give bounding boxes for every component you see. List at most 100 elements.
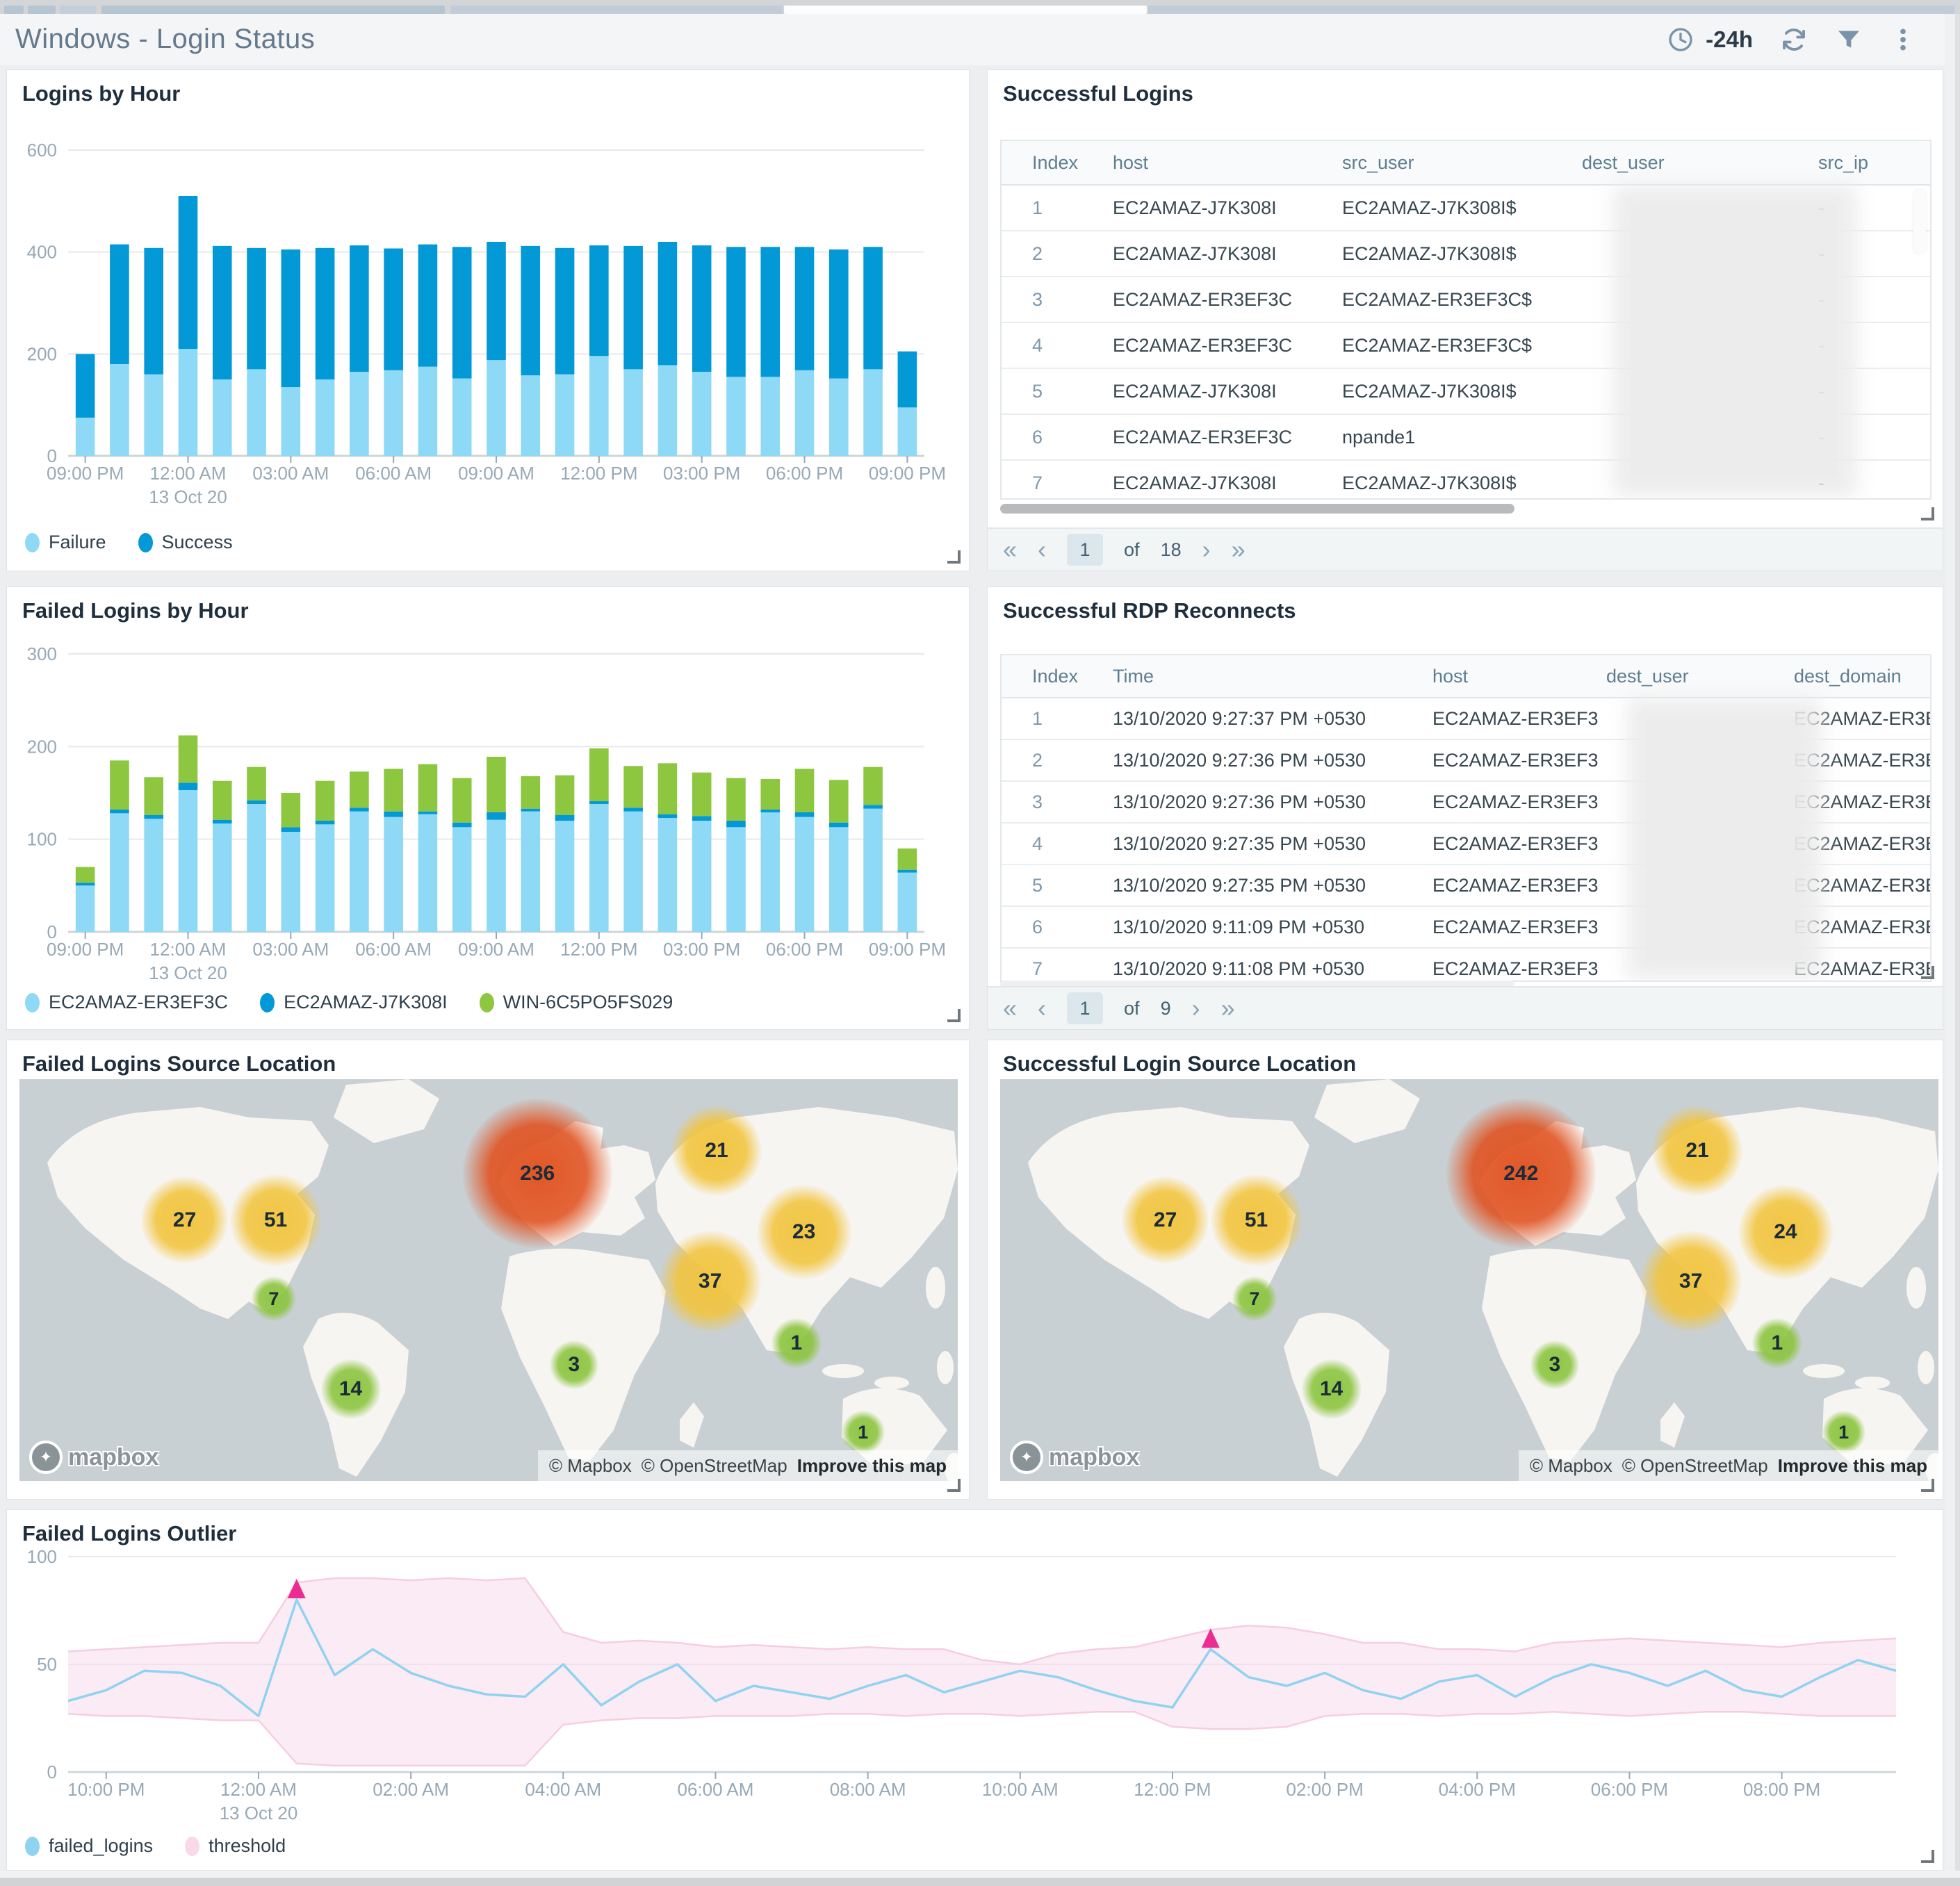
successful-logins-world-map[interactable]: 27 51 7 14 242 21 24 37 3 1 1 ✦ mapbox © Mapbox © …	[1000, 1079, 1938, 1481]
map-bubble[interactable]: 236	[462, 1099, 612, 1249]
bar-segment	[75, 354, 95, 418]
table-cell: 2	[1032, 243, 1043, 264]
bar-segment	[315, 247, 335, 379]
legend-item[interactable]: Failure	[25, 532, 106, 553]
column-header-src_user[interactable]: src_user	[1335, 152, 1575, 174]
first-page-button[interactable]: «	[1003, 537, 1017, 562]
current-page[interactable]: 1	[1067, 992, 1104, 1024]
column-header-Time[interactable]: Time	[1106, 666, 1426, 687]
map-bubble[interactable]: 242	[1446, 1099, 1596, 1249]
x-axis-tick-label: 03:00 PM	[663, 939, 740, 960]
table-horizontal-scrollbar[interactable]	[1000, 504, 1932, 514]
failed-logins-outlier-chart[interactable]: 0 50 100 10:00 PM 12:00 AM 13 Oct 20 02:00 AM 0…	[17, 1546, 1932, 1824]
map-bubble[interactable]: 21	[1652, 1105, 1743, 1196]
kebab-menu-icon[interactable]	[1889, 26, 1917, 54]
map-bubble[interactable]: 1	[1751, 1318, 1802, 1368]
prev-page-button[interactable]: ‹	[1038, 996, 1046, 1021]
filter-icon[interactable]	[1835, 26, 1863, 54]
legend-item[interactable]: threshold	[185, 1835, 286, 1857]
failed-logins-world-map[interactable]: 27 51 7 14 236 21 23 37 3 1 1 ✦ mapbox © Mapbox © …	[19, 1079, 958, 1481]
column-header-host[interactable]: host	[1426, 666, 1599, 687]
map-bubble[interactable]: 7	[251, 1277, 296, 1322]
openstreetmap-attribution-link[interactable]: © OpenStreetMap	[1622, 1455, 1768, 1477]
column-header-Index[interactable]: Index	[1002, 666, 1106, 687]
bar-segment	[418, 366, 438, 456]
column-header-Index[interactable]: Index	[1002, 152, 1106, 174]
column-header-host[interactable]: host	[1106, 152, 1335, 174]
bar-segment	[487, 360, 506, 456]
browser-scrollbar[interactable]	[1945, 14, 1960, 1886]
mapbox-attribution-link[interactable]: © Mapbox	[1530, 1455, 1612, 1477]
next-page-button[interactable]: ›	[1192, 996, 1200, 1021]
current-page[interactable]: 1	[1067, 534, 1104, 566]
first-page-button[interactable]: «	[1003, 996, 1017, 1021]
map-bubble[interactable]: 21	[671, 1105, 762, 1196]
bar-segment	[350, 245, 369, 372]
column-header-dest_user[interactable]: dest_user	[1599, 666, 1787, 687]
panel-resize-handle[interactable]	[947, 1009, 961, 1022]
logins-by-hour-chart[interactable]: 020040060009:00 PM 12:00 AM13 Oct 2003:00…	[17, 112, 956, 522]
panel-resize-handle[interactable]	[1921, 1479, 1934, 1492]
panel-resize-handle[interactable]	[1921, 1850, 1934, 1863]
map-bubble[interactable]: 3	[549, 1340, 598, 1389]
mapbox-logo[interactable]: ✦ mapbox	[29, 1441, 158, 1474]
scrollbar-thumb[interactable]	[1000, 504, 1514, 514]
panel-resize-handle[interactable]	[1921, 507, 1934, 520]
legend-item[interactable]: WIN-6C5PO5FS029	[479, 992, 673, 1013]
time-range-label[interactable]: -24h	[1706, 26, 1753, 53]
map-bubble[interactable]: 51	[1210, 1174, 1302, 1266]
table-cell: EC2AMAZ-J7K308I$	[1342, 472, 1517, 493]
table-vertical-scrollbar[interactable]	[1913, 190, 1926, 254]
bar-segment	[863, 808, 883, 932]
map-bubble[interactable]: 24	[1738, 1185, 1833, 1280]
map-bubble[interactable]: 27	[141, 1176, 229, 1264]
map-bubble[interactable]: 37	[1640, 1230, 1742, 1332]
panel-resize-handle[interactable]	[947, 1479, 961, 1492]
prev-page-button[interactable]: ‹	[1038, 537, 1046, 562]
legend-color-dot	[25, 1836, 40, 1856]
map-bubble[interactable]: 23	[756, 1185, 851, 1280]
legend-item[interactable]: EC2AMAZ-ER3EF3C	[25, 992, 228, 1013]
map-bubble[interactable]: 37	[659, 1230, 761, 1332]
x-axis-tick-label: 12:00 AM	[220, 1779, 297, 1800]
improve-map-link[interactable]: Improve this map	[1778, 1455, 1927, 1477]
refresh-icon[interactable]	[1779, 25, 1808, 54]
legend-item[interactable]: failed_logins	[25, 1835, 153, 1857]
x-axis-tick-label: 09:00 PM	[869, 463, 946, 484]
improve-map-link[interactable]: Improve this map	[797, 1455, 947, 1477]
bar-segment	[110, 244, 129, 364]
last-page-button[interactable]: »	[1232, 537, 1246, 562]
legend-item[interactable]: Success	[138, 532, 233, 553]
bar-segment	[212, 379, 232, 456]
column-header-dest_user[interactable]: dest_user	[1575, 152, 1811, 174]
map-bubble[interactable]: 1	[841, 1411, 885, 1454]
map-bubble[interactable]: 3	[1530, 1340, 1579, 1389]
map-bubble[interactable]: 27	[1122, 1176, 1209, 1264]
panel-title: Successful Logins	[1003, 81, 1193, 106]
table-cell: 2	[1032, 749, 1043, 771]
chart-legend: EC2AMAZ-ER3EF3C EC2AMAZ-J7K308I WIN-6C5PO5…	[25, 992, 673, 1013]
mapbox-attribution-link[interactable]: © Mapbox	[549, 1455, 632, 1477]
x-axis-tick-label: 06:00 PM	[1591, 1779, 1668, 1800]
column-header-src_ip[interactable]: src_ip	[1811, 152, 1930, 174]
map-bubble[interactable]: 14	[1301, 1359, 1362, 1420]
bar-segment	[178, 349, 198, 456]
next-page-button[interactable]: ›	[1202, 537, 1211, 562]
table-pagination: « ‹ 1 of 18 › »	[988, 527, 1943, 571]
column-header-dest_domain[interactable]: dest_domain	[1787, 666, 1930, 687]
rdp-reconnects-table: Index Time host dest_user dest_domain 1 13/10…	[1000, 654, 1932, 982]
map-bubble[interactable]: 7	[1232, 1277, 1277, 1322]
last-page-button[interactable]: »	[1221, 996, 1235, 1021]
panel-resize-handle[interactable]	[1921, 966, 1934, 979]
mapbox-logo[interactable]: ✦ mapbox	[1010, 1441, 1139, 1474]
panel-resize-handle[interactable]	[947, 550, 961, 564]
legend-item[interactable]: EC2AMAZ-J7K308I	[260, 992, 448, 1013]
failed-logins-by-hour-chart[interactable]: 010020030009:00 PM 12:00 AM13 Oct 2003:00…	[17, 626, 956, 987]
map-bubble[interactable]: 1	[771, 1318, 822, 1368]
openstreetmap-attribution-link[interactable]: © OpenStreetMap	[642, 1455, 787, 1477]
map-bubble[interactable]: 51	[229, 1174, 322, 1266]
map-bubble[interactable]: 1	[1822, 1411, 1865, 1454]
map-bubble[interactable]: 14	[320, 1359, 381, 1420]
clock-icon[interactable]	[1667, 26, 1694, 54]
table-cell: EC2AMAZ-ER3EF3C	[1432, 707, 1599, 729]
